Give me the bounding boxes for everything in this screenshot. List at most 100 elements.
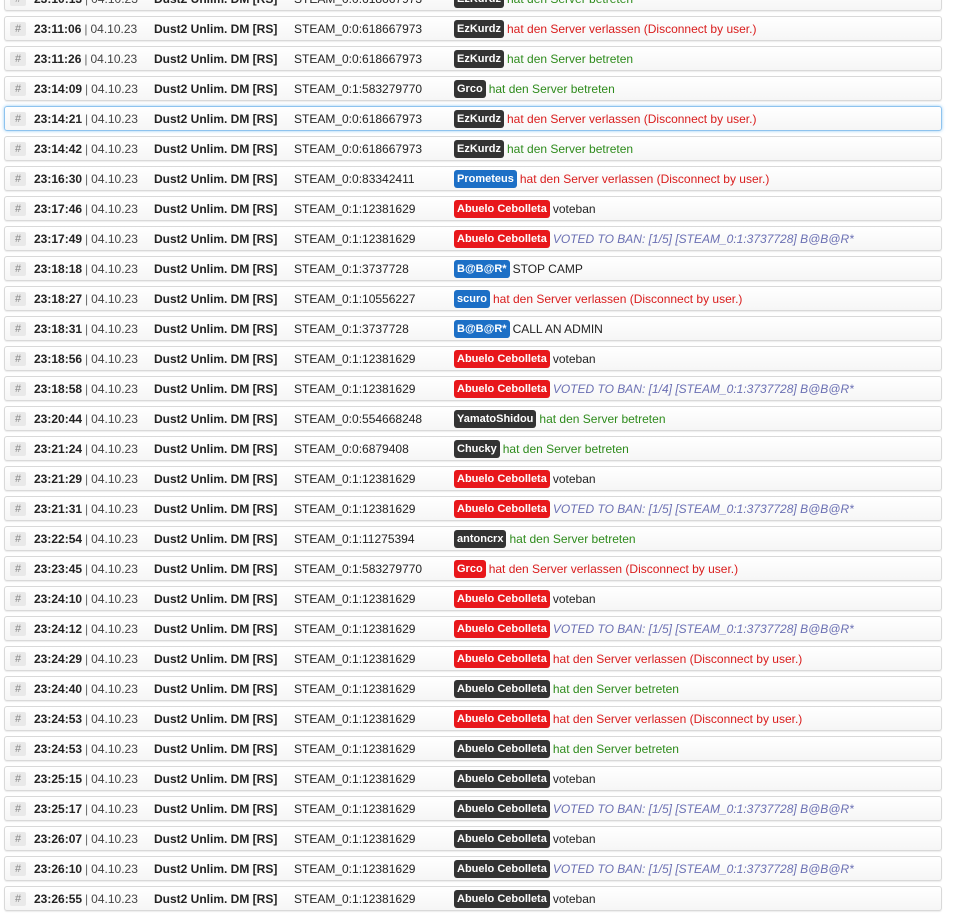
log-entry-row: # 23:24:29 | 04.10.23 Dust2 Unlim. DM [RS]…: [4, 646, 942, 671]
hash-icon[interactable]: #: [10, 772, 26, 786]
hash-icon[interactable]: #: [10, 442, 26, 456]
hash-icon[interactable]: #: [10, 382, 26, 396]
log-entry-row: # 23:26:10 | 04.10.23 Dust2 Unlim. DM [RS]…: [4, 856, 942, 881]
player-name-badge[interactable]: Abuelo Cebolleta: [454, 500, 550, 518]
player-name-badge[interactable]: YamatoShidou: [454, 410, 537, 428]
hash-icon[interactable]: #: [10, 472, 26, 486]
player-name-badge[interactable]: Abuelo Cebolleta: [454, 800, 550, 818]
player-name-badge[interactable]: Abuelo Cebolleta: [454, 860, 550, 878]
hash-icon[interactable]: #: [10, 742, 26, 756]
player-name-badge[interactable]: scuro: [454, 290, 490, 308]
steam-id: STEAM_0:0:618667973: [294, 112, 423, 126]
server-name: Dust2 Unlim. DM [RS]: [154, 232, 278, 246]
hash-icon[interactable]: #: [10, 292, 26, 306]
log-entry-row: # 23:21:24 | 04.10.23 Dust2 Unlim. DM [RS]…: [4, 436, 942, 461]
player-name-badge[interactable]: EzKurdz: [454, 50, 504, 68]
server-name: Dust2 Unlim. DM [RS]: [154, 832, 278, 846]
steam-id: STEAM_0:1:12381629: [294, 592, 416, 606]
log-date: 04.10.23: [91, 592, 138, 606]
player-name-badge[interactable]: Abuelo Cebolleta: [454, 650, 550, 668]
hash-icon[interactable]: #: [10, 22, 26, 36]
hash-icon[interactable]: #: [10, 832, 26, 846]
player-name-badge[interactable]: Grco: [454, 80, 486, 98]
player-name-badge[interactable]: Abuelo Cebolleta: [454, 470, 550, 488]
hash-icon[interactable]: #: [10, 352, 26, 366]
player-name-badge[interactable]: B@B@R*: [454, 320, 510, 338]
hash-icon[interactable]: #: [10, 502, 26, 516]
player-name-badge[interactable]: Abuelo Cebolleta: [454, 890, 550, 908]
log-entry-row: # 23:18:31 | 04.10.23 Dust2 Unlim. DM [RS]…: [4, 316, 942, 341]
hash-icon[interactable]: #: [10, 322, 26, 336]
server-name: Dust2 Unlim. DM [RS]: [154, 862, 278, 876]
hash-icon[interactable]: #: [10, 622, 26, 636]
player-name-badge[interactable]: Abuelo Cebolleta: [454, 680, 550, 698]
log-date: 04.10.23: [91, 442, 138, 456]
timestamp-separator: |: [85, 382, 89, 396]
server-name: Dust2 Unlim. DM [RS]: [154, 52, 278, 66]
log-message: Abuelo Cebolleta hat den Server betreten: [454, 740, 679, 759]
timestamp-separator: |: [85, 832, 89, 846]
hash-icon[interactable]: #: [10, 262, 26, 276]
log-message: B@B@R* STOP CAMP: [454, 260, 583, 279]
hash-icon[interactable]: #: [10, 52, 26, 66]
hash-icon[interactable]: #: [10, 862, 26, 876]
player-name-badge[interactable]: Abuelo Cebolleta: [454, 620, 550, 638]
event-text: voteban: [552, 472, 596, 486]
log-message: Abuelo Cebolleta VOTED TO BAN: [1/5] [STE…: [454, 500, 854, 519]
player-name-badge[interactable]: EzKurdz: [454, 20, 504, 38]
hash-icon[interactable]: #: [10, 232, 26, 246]
hash-icon[interactable]: #: [10, 172, 26, 186]
event-text: voteban: [552, 352, 596, 366]
timestamp-separator: |: [85, 862, 89, 876]
hash-icon[interactable]: #: [10, 532, 26, 546]
hash-icon[interactable]: #: [10, 412, 26, 426]
hash-icon[interactable]: #: [10, 652, 26, 666]
player-name-badge[interactable]: antoncrx: [454, 530, 507, 548]
log-entry-row: # 23:18:56 | 04.10.23 Dust2 Unlim. DM [RS]…: [4, 346, 942, 371]
log-time: 23:16:30: [34, 172, 83, 186]
timestamp: 23:18:27 | 04.10.23: [34, 292, 138, 307]
hash-icon[interactable]: #: [10, 562, 26, 576]
player-name-badge[interactable]: B@B@R*: [454, 260, 510, 278]
player-name-badge[interactable]: Abuelo Cebolleta: [454, 590, 550, 608]
steam-id: STEAM_0:1:583279770: [294, 562, 423, 576]
log-entry-row: # 23:21:31 | 04.10.23 Dust2 Unlim. DM [RS]…: [4, 496, 942, 521]
player-name-badge[interactable]: Chucky: [454, 440, 500, 458]
timestamp: 23:25:17 | 04.10.23: [34, 802, 138, 817]
hash-icon[interactable]: #: [10, 142, 26, 156]
hash-icon[interactable]: #: [10, 892, 26, 906]
server-name: Dust2 Unlim. DM [RS]: [154, 412, 278, 426]
hash-icon[interactable]: #: [10, 802, 26, 816]
player-name-badge[interactable]: Abuelo Cebolleta: [454, 740, 550, 758]
player-name-badge[interactable]: EzKurdz: [454, 110, 504, 128]
hash-icon[interactable]: #: [10, 712, 26, 726]
log-entry-row: # 23:24:40 | 04.10.23 Dust2 Unlim. DM [RS]…: [4, 676, 942, 701]
timestamp: 23:24:12 | 04.10.23: [34, 622, 138, 637]
hash-icon[interactable]: #: [10, 112, 26, 126]
log-message: Abuelo Cebolleta VOTED TO BAN: [1/5] [STE…: [454, 800, 854, 819]
player-name-badge[interactable]: Abuelo Cebolleta: [454, 200, 550, 218]
player-name-badge[interactable]: EzKurdz: [454, 0, 504, 8]
hash-icon[interactable]: #: [10, 592, 26, 606]
steam-id: STEAM_0:1:12381629: [294, 382, 416, 396]
log-message: Abuelo Cebolleta voteban: [454, 890, 596, 909]
hash-icon[interactable]: #: [10, 0, 26, 6]
log-time: 23:11:26: [34, 52, 82, 66]
player-name-badge[interactable]: Abuelo Cebolleta: [454, 350, 550, 368]
player-name-badge[interactable]: Prometeus: [454, 170, 517, 188]
timestamp-separator: |: [84, 52, 88, 66]
hash-icon[interactable]: #: [10, 82, 26, 96]
hash-icon[interactable]: #: [10, 682, 26, 696]
log-entry-row: # 23:25:17 | 04.10.23 Dust2 Unlim. DM [RS]…: [4, 796, 942, 821]
player-name-badge[interactable]: Abuelo Cebolleta: [454, 830, 550, 848]
hash-icon[interactable]: #: [10, 202, 26, 216]
player-name-badge[interactable]: Abuelo Cebolleta: [454, 380, 550, 398]
event-text: CALL AN ADMIN: [512, 322, 603, 336]
event-text: VOTED TO BAN: [1/5] [STEAM_0:1:3737728] …: [552, 502, 854, 516]
player-name-badge[interactable]: Grco: [454, 560, 486, 578]
log-time: 23:22:54: [34, 532, 83, 546]
player-name-badge[interactable]: EzKurdz: [454, 140, 504, 158]
player-name-badge[interactable]: Abuelo Cebolleta: [454, 770, 550, 788]
player-name-badge[interactable]: Abuelo Cebolleta: [454, 230, 550, 248]
player-name-badge[interactable]: Abuelo Cebolleta: [454, 710, 550, 728]
